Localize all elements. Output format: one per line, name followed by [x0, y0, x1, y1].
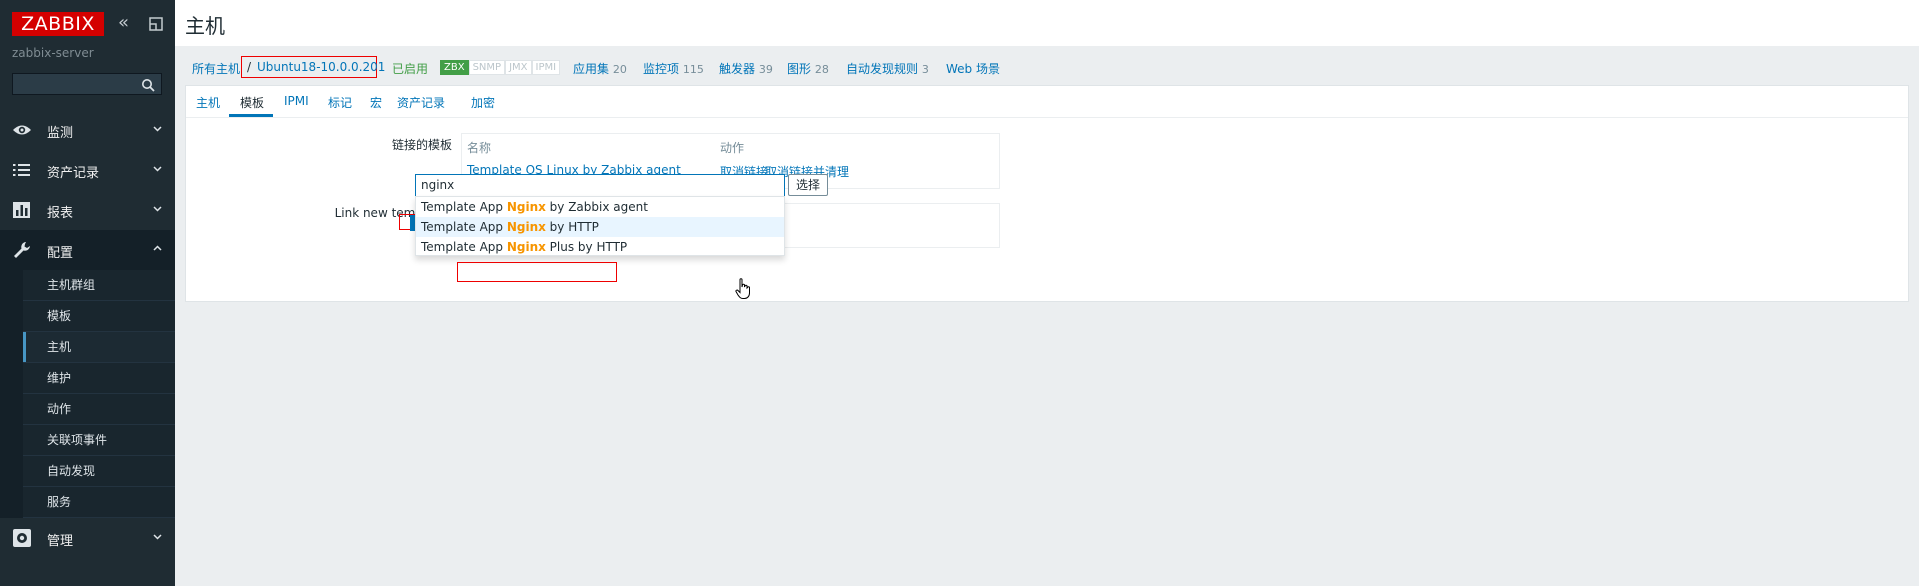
nav-link-label: 图形 [787, 62, 812, 76]
main-content: 主机 所有主机 / Ubuntu18-10.0.0.201 已启用 ZBX SN… [175, 0, 1919, 586]
nav-triggers[interactable]: 触发器 39 [719, 60, 773, 77]
nav-applications[interactable]: 应用集 20 [573, 60, 627, 77]
server-name: zabbix-server [12, 46, 94, 60]
linked-templates-label: 链接的模板 [391, 138, 452, 152]
jmx-badge: JMX [505, 60, 532, 75]
submenu-item-templates[interactable]: 模板 [23, 301, 175, 332]
suggestion-text: Plus by HTTP [545, 240, 628, 254]
wrench-icon [14, 242, 30, 258]
menu-item-monitoring[interactable]: 监测 [0, 110, 175, 150]
submenu-item-hosts[interactable]: 主机 [23, 332, 175, 363]
host-form-panel: 主机 模板 IPMI 标记 宏 资产记录 加密 链接的模板 名称 动作 Temp… [185, 85, 1909, 302]
nav-link-count: 20 [612, 63, 627, 76]
list-icon [13, 164, 30, 176]
suggestion-match: Nginx [506, 240, 546, 254]
breadcrumb-separator: / [247, 60, 252, 74]
chevron-down-icon [153, 126, 162, 132]
submenu-item-event-correlation[interactable]: 关联项事件 [23, 425, 175, 456]
breadcrumb-host[interactable]: Ubuntu18-10.0.0.201 [257, 60, 385, 74]
breadcrumb-all-hosts[interactable]: 所有主机 [192, 60, 240, 77]
suggestion-item[interactable]: Template App Nginx Plus by HTTP [416, 237, 784, 257]
host-status-enabled[interactable]: 已启用 [392, 60, 428, 77]
page-header: 主机 [175, 0, 1919, 46]
template-search-input[interactable]: nginx [415, 174, 785, 197]
chevron-down-icon [153, 166, 162, 172]
menu-label: 监测 [47, 126, 74, 141]
zbx-badge: ZBX [440, 60, 469, 75]
suggestion-text: Template App [421, 200, 507, 214]
nav-link-label: 监控项 [643, 62, 680, 76]
page-title: 主机 [185, 14, 225, 38]
tab-macros[interactable]: 宏 [370, 94, 382, 111]
configuration-submenu: 主机群组 模板 主机 维护 动作 关联项事件 自动发现 服务 [0, 270, 175, 518]
suggestion-item-hovered[interactable]: Template App Nginx by HTTP [416, 217, 784, 237]
select-button[interactable]: 选择 [788, 174, 828, 196]
column-header-action: 动作 [720, 141, 745, 155]
submenu-item-services[interactable]: 服务 [23, 487, 175, 518]
ipmi-badge: IPMI [531, 60, 561, 75]
submenu-item-actions[interactable]: 动作 [23, 394, 175, 425]
main-menu: 监测 资产记录 报表 配置 主机群组 模板 主机 维护 动作 关联项事件 自动发… [0, 110, 175, 558]
suggestion-text: by HTTP [545, 220, 599, 234]
nav-items[interactable]: 监控项 115 [643, 60, 704, 77]
nav-link-count: 115 [682, 63, 704, 76]
logo-row: ZABBIX « [12, 12, 167, 36]
nav-link-count: 39 [758, 63, 773, 76]
zabbix-logo[interactable]: ZABBIX [12, 12, 104, 36]
nav-link-count: 28 [814, 63, 829, 76]
chevron-up-icon [153, 245, 162, 251]
sidebar-search-input[interactable] [12, 73, 162, 95]
availability-indicators: ZBX SNMP JMX IPMI [440, 60, 561, 75]
menu-label: 报表 [47, 206, 74, 221]
submenu-item-discovery[interactable]: 自动发现 [23, 456, 175, 487]
suggestion-text: by Zabbix agent [545, 200, 648, 214]
search-icon[interactable] [141, 78, 155, 92]
suggestion-text: Template App [421, 240, 507, 254]
eye-icon [13, 125, 31, 135]
tab-host[interactable]: 主机 [196, 94, 220, 111]
chevron-down-icon [153, 206, 162, 212]
nav-link-count: 3 [921, 63, 929, 76]
tab-tags[interactable]: 标记 [328, 94, 352, 111]
nav-graphs[interactable]: 图形 28 [787, 60, 829, 77]
nav-discovery-rules[interactable]: 自动发现规则 3 [846, 60, 929, 77]
sidebar: ZABBIX « zabbix-server 监测 资产记录 报表 配置 主机群… [0, 0, 175, 586]
menu-item-administration[interactable]: 管理 [0, 518, 175, 558]
tab-inventory[interactable]: 资产记录 [397, 94, 445, 111]
suggestion-item[interactable]: Template App Nginx by Zabbix agent [416, 197, 784, 217]
active-tab-indicator [229, 114, 273, 117]
tab-templates[interactable]: 模板 [240, 94, 264, 111]
nav-web-scenarios[interactable]: Web 场景 [946, 60, 1000, 77]
collapse-sidebar-icon[interactable]: « [118, 14, 138, 33]
suggestion-match: Nginx [506, 220, 546, 234]
host-tabs: 主机 模板 IPMI 标记 宏 资产记录 加密 [186, 86, 1908, 118]
chevron-down-icon [153, 534, 162, 540]
menu-item-inventory[interactable]: 资产记录 [0, 150, 175, 190]
template-suggestions-dropdown: Template App Nginx by Zabbix agent Templ… [415, 196, 785, 256]
menu-label: 管理 [47, 534, 74, 549]
menu-item-reports[interactable]: 报表 [0, 190, 175, 230]
nav-link-label: Web 场景 [946, 62, 1000, 76]
tab-ipmi[interactable]: IPMI [284, 94, 309, 108]
suggestion-text: Template App [421, 220, 507, 234]
nav-link-label: 自动发现规则 [846, 62, 919, 76]
nav-link-label: 触发器 [719, 62, 756, 76]
column-header-name: 名称 [467, 141, 492, 155]
nav-link-label: 应用集 [573, 62, 610, 76]
gear-icon [13, 529, 31, 547]
menu-label: 资产记录 [47, 166, 100, 181]
menu-item-configuration[interactable]: 配置 [0, 230, 175, 270]
bar-chart-icon [13, 202, 30, 218]
host-navigation: 所有主机 / Ubuntu18-10.0.0.201 已启用 ZBX SNMP … [175, 56, 1919, 78]
hand-cursor-icon [735, 278, 750, 299]
suggestion-match: Nginx [506, 200, 546, 214]
menu-label: 配置 [47, 246, 74, 261]
submenu-item-maintenance[interactable]: 维护 [23, 363, 175, 394]
kiosk-mode-icon[interactable] [148, 16, 164, 32]
submenu-item-host-groups[interactable]: 主机群组 [23, 270, 175, 301]
snmp-badge: SNMP [468, 60, 506, 75]
tab-encryption[interactable]: 加密 [471, 94, 495, 111]
